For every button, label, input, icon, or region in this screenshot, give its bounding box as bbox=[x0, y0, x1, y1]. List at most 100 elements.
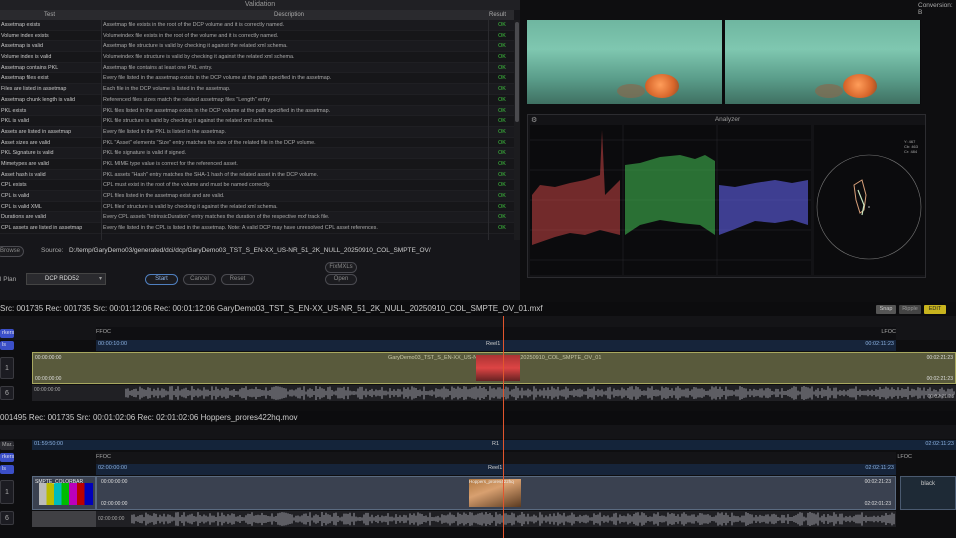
row-description: Volumeindex file exists in the root of t… bbox=[103, 32, 279, 39]
timeline1-video-clip[interactable]: 00:00:00:00 00:00:00:00 GaryDemo03_TST_S… bbox=[32, 352, 956, 384]
fixmxls-button[interactable]: FixMXLs bbox=[325, 262, 357, 273]
row-result: OK bbox=[498, 128, 506, 135]
browse-button[interactable]: Browse bbox=[0, 246, 24, 257]
validation-row[interactable]: Volume index is valid Volumeindex file st… bbox=[0, 52, 514, 63]
validation-row[interactable]: Assetmap chunk length is valid Referenced… bbox=[0, 94, 514, 106]
validation-row[interactable]: CPL is valid XML CPL files' structure is … bbox=[0, 201, 514, 213]
source-label: Source: bbox=[41, 247, 64, 254]
ffoc-marker-2[interactable]: FFOC bbox=[96, 454, 111, 460]
markers-track-header-2[interactable]: rkers bbox=[0, 453, 14, 462]
row-result: OK bbox=[498, 160, 506, 167]
lfoc-marker[interactable]: LFOC bbox=[881, 329, 896, 335]
lfoc-marker-2[interactable]: LFOC bbox=[897, 454, 912, 460]
colorbar-audio-clip[interactable] bbox=[32, 511, 96, 527]
r1-label: R1 bbox=[492, 441, 500, 447]
cancel-button[interactable]: Cancel bbox=[183, 274, 216, 285]
tc-right: 02:02:11:23 bbox=[925, 441, 954, 447]
labels-track-header[interactable]: ls bbox=[0, 341, 14, 350]
row-result: OK bbox=[498, 107, 506, 114]
row-result: OK bbox=[498, 54, 506, 61]
audio-track-button[interactable]: 6 bbox=[0, 386, 14, 400]
gear-icon[interactable]: ⚙ bbox=[531, 116, 537, 124]
validation-row[interactable]: Files are listed in assetmap Each file in… bbox=[0, 84, 514, 95]
validation-row[interactable]: Mimetypes are valid PKL MIME type value i… bbox=[0, 158, 514, 170]
row-description: PKL file signature is valid if signed. bbox=[103, 150, 187, 157]
validation-row[interactable]: PKL exists PKL files listed in the assetm… bbox=[0, 105, 514, 117]
row-test: Asset hash is valid bbox=[1, 171, 46, 178]
validation-row[interactable]: Asset hash is valid PKL assets "Hash" ent… bbox=[0, 169, 514, 181]
row-test: Asset sizes are valid bbox=[1, 139, 51, 146]
timeline2-audio-track[interactable]: 02:00:00:00 bbox=[96, 511, 896, 527]
clip2-tc-out: 00:02:21:23 bbox=[864, 479, 891, 485]
validation-row[interactable]: Assetmap contains PKL Assetmap file conta… bbox=[0, 62, 514, 74]
validation-row[interactable]: CPL assets are listed in assetmap Every f… bbox=[0, 223, 514, 234]
clip2-tc-in-2: 02:00:00:00 bbox=[101, 501, 128, 507]
row-description: Every file listed in the PKL is listed i… bbox=[103, 128, 226, 135]
row-result: OK bbox=[498, 150, 506, 157]
validation-row[interactable]: Assets are listed in assetmap Every file … bbox=[0, 126, 514, 138]
validation-row[interactable]: Asset sizes are valid PKL "Asset" element… bbox=[0, 137, 514, 149]
row-result: OK bbox=[498, 22, 506, 28]
row-test: PKL Signature is valid bbox=[1, 150, 54, 157]
video-preview bbox=[527, 20, 921, 104]
row-description: Assetmap file structure is valid by chec… bbox=[103, 43, 288, 50]
row-test: Mimetypes are valid bbox=[1, 160, 49, 167]
markers-track-header[interactable]: rkers bbox=[0, 329, 14, 338]
labels-track-header-2[interactable]: ls bbox=[0, 465, 14, 474]
plan-select[interactable]: DCP RDD52 bbox=[26, 273, 106, 285]
row-test: PKL exists bbox=[1, 107, 27, 114]
validation-table-header: Test Description Result bbox=[0, 10, 514, 20]
timeline2-reel-row: 01:59:50:00 R1 02:02:11:23 bbox=[32, 440, 956, 450]
video-track-button-2[interactable]: 1 bbox=[0, 480, 14, 504]
tc-end: 00:02:11:23 bbox=[865, 341, 894, 347]
column-description[interactable]: Description bbox=[274, 10, 304, 20]
snap-toggle[interactable]: Snap bbox=[876, 305, 896, 314]
row-description: Every CPL assets "IntrinsicDuration" ent… bbox=[103, 214, 330, 221]
row-test: Durations are valid bbox=[1, 214, 46, 221]
validation-row[interactable]: CPL exists CPL must exist in the root of … bbox=[0, 180, 514, 191]
row-result: OK bbox=[498, 64, 506, 71]
column-result[interactable]: Result bbox=[489, 10, 506, 20]
timeline2-video-clip[interactable]: 00:00:00:00 02:00:00:00 Hoppers_prores42… bbox=[96, 476, 896, 510]
clip2-tc-out-2: 02:02:01:23 bbox=[864, 501, 891, 507]
audio-track-button-2[interactable]: 6 bbox=[0, 511, 14, 525]
validation-row[interactable]: PKL is valid PKL file structure is valid … bbox=[0, 116, 514, 127]
clip2-tc-in: 00:00:00:00 bbox=[101, 479, 128, 485]
ffoc-marker[interactable]: FFOC bbox=[96, 329, 111, 335]
row-test: Assetmap chunk length is valid bbox=[1, 96, 76, 103]
validation-row[interactable]: Volume index exists Volumeindex file exis… bbox=[0, 30, 514, 42]
row-test: Volume index exists bbox=[1, 32, 49, 39]
row-result: OK bbox=[498, 86, 506, 93]
readout-text-2: 001495 Rec: 001735 Src: 00:01:02:06 Rec:… bbox=[0, 413, 298, 422]
row-description: Referenced files sizes match the related… bbox=[103, 96, 271, 103]
tc-end-2: 02:02:11:23 bbox=[865, 465, 894, 471]
video-track-button[interactable]: 1 bbox=[0, 357, 14, 379]
source-record-readout: Src: 001735 Rec: 001735 Src: 00:01:12:06… bbox=[0, 302, 956, 316]
validation-row[interactable]: PKL Signature is valid PKL file signature… bbox=[0, 148, 514, 159]
start-button[interactable]: Start bbox=[145, 274, 178, 285]
markers-header-2[interactable]: Mar... bbox=[0, 441, 14, 450]
ripple-toggle[interactable]: Ripple bbox=[899, 305, 921, 314]
validation-row[interactable]: Assetmap exists Assetmap file exists in t… bbox=[0, 20, 514, 31]
validation-scrollbar-thumb[interactable] bbox=[515, 22, 519, 122]
playhead[interactable] bbox=[503, 316, 504, 538]
validation-row[interactable]: Assetmap is valid Assetmap file structure… bbox=[0, 41, 514, 53]
row-description: Volumeindex file structure is valid by c… bbox=[103, 54, 295, 61]
row-result: OK bbox=[498, 203, 506, 210]
readout-text: Src: 001735 Rec: 001735 Src: 00:01:12:06… bbox=[0, 304, 543, 313]
row-result: OK bbox=[498, 139, 506, 146]
validation-row[interactable]: Assetmap files exist Every file listed in… bbox=[0, 73, 514, 85]
reset-button[interactable]: Reset bbox=[221, 274, 254, 285]
audio-waveform bbox=[125, 386, 955, 400]
black-clip[interactable]: black bbox=[900, 476, 956, 510]
timeline1-audio-track[interactable]: 00:00:00:00 00:02:21:23 bbox=[32, 385, 956, 401]
column-test[interactable]: Test bbox=[44, 10, 55, 20]
open-button[interactable]: Open bbox=[325, 274, 357, 285]
row-result: OK bbox=[498, 118, 506, 125]
edit-toggle[interactable]: EDIT bbox=[924, 305, 946, 314]
colorbar-clip[interactable]: SMPTE_COLORBAR bbox=[32, 476, 96, 510]
vectorscope: Y: 467 Cb: 463 Cr: 484 bbox=[814, 125, 925, 275]
validation-row[interactable]: CPL is valid CPL files listed in the asse… bbox=[0, 191, 514, 202]
validation-row[interactable]: Durations are valid Every CPL assets "Int… bbox=[0, 212, 514, 224]
timeline2-ruler[interactable] bbox=[0, 425, 956, 439]
